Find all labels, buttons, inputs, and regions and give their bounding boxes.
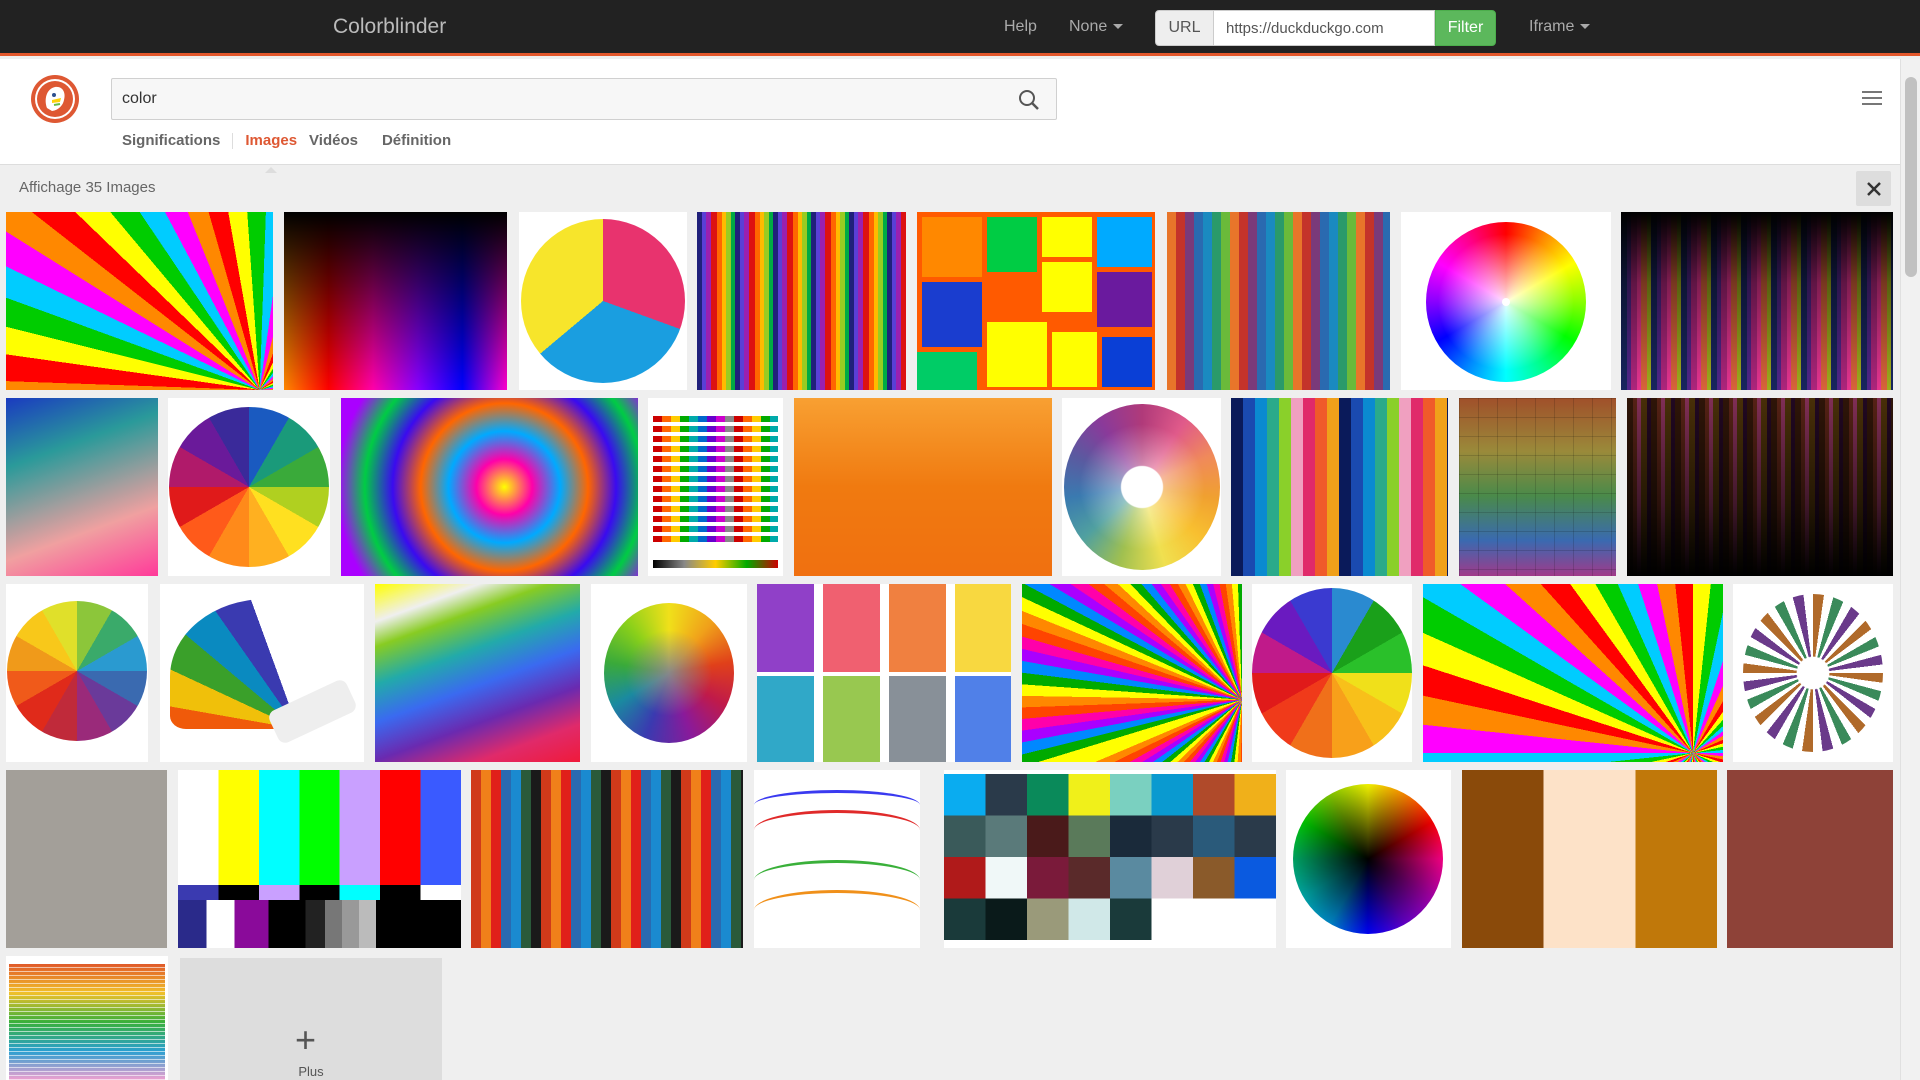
image-thumbnail[interactable] (1727, 770, 1893, 948)
image-thumbnail[interactable] (341, 398, 638, 576)
image-thumbnail[interactable] (591, 584, 747, 762)
page-scrollbar[interactable] (1900, 59, 1920, 1080)
plus-icon: + (295, 1019, 317, 1060)
image-thumbnail[interactable] (6, 956, 168, 1080)
image-thumbnail[interactable] (160, 584, 364, 762)
image-thumbnail[interactable] (168, 398, 330, 576)
image-thumbnail[interactable] (284, 212, 507, 390)
image-thumbnail[interactable] (1062, 398, 1221, 576)
image-thumbnail[interactable] (519, 212, 687, 390)
scrollbar-thumb[interactable] (1905, 77, 1917, 277)
image-thumbnail[interactable] (1167, 212, 1390, 390)
image-thumbnail[interactable] (1621, 212, 1893, 390)
image-thumbnail[interactable] (6, 398, 158, 576)
image-thumbnail[interactable] (1423, 584, 1723, 762)
image-grid: + Plus (0, 0, 1900, 1080)
image-thumbnail[interactable] (794, 398, 1052, 576)
image-thumbnail[interactable] (178, 770, 461, 948)
image-thumbnail[interactable] (6, 770, 167, 948)
image-thumbnail[interactable] (648, 398, 783, 576)
image-thumbnail[interactable] (917, 212, 1155, 390)
image-thumbnail[interactable] (1231, 398, 1448, 576)
image-thumbnail[interactable] (1733, 584, 1893, 762)
more-images-button[interactable]: + Plus (180, 958, 442, 1080)
image-thumbnail[interactable] (1462, 770, 1717, 948)
image-thumbnail[interactable] (757, 584, 1011, 762)
more-images-label: Plus (298, 1064, 324, 1079)
image-thumbnail[interactable] (6, 212, 273, 390)
image-thumbnail[interactable] (754, 770, 920, 948)
image-thumbnail[interactable] (697, 212, 906, 390)
image-thumbnail[interactable] (6, 584, 148, 762)
image-thumbnail[interactable] (1401, 212, 1611, 390)
image-thumbnail[interactable] (1627, 398, 1893, 576)
image-thumbnail[interactable] (375, 584, 580, 762)
image-thumbnail[interactable] (1286, 770, 1451, 948)
image-thumbnail[interactable] (1022, 584, 1242, 762)
image-thumbnail[interactable] (471, 770, 743, 948)
image-thumbnail[interactable] (1459, 398, 1616, 576)
image-thumbnail[interactable] (1252, 584, 1412, 762)
image-thumbnail[interactable] (944, 770, 1276, 948)
